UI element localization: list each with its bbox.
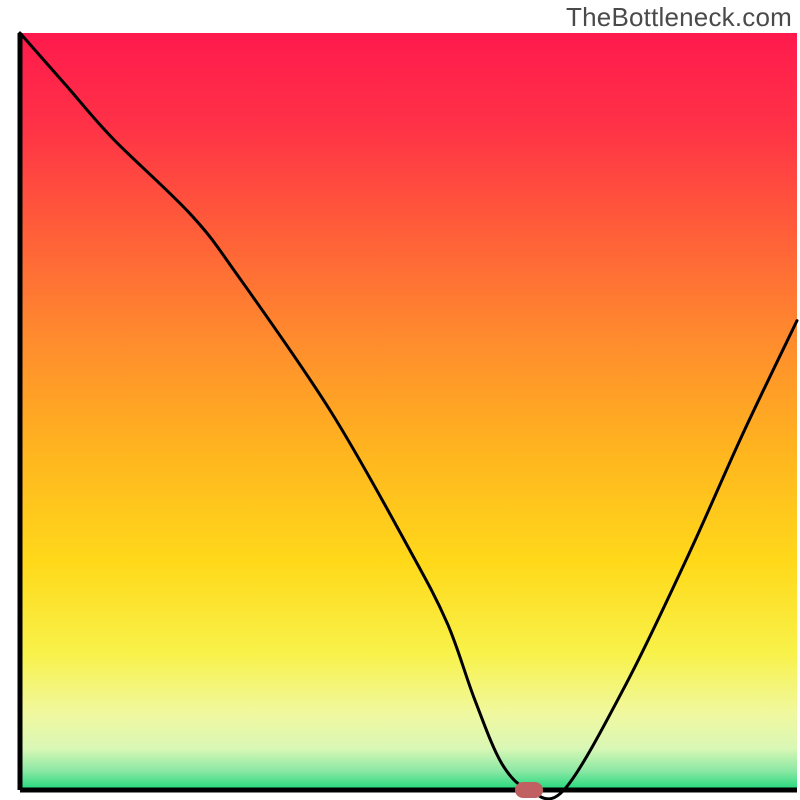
watermark-text: TheBottleneck.com xyxy=(566,2,792,33)
gradient-background xyxy=(20,33,797,790)
chart-stage: TheBottleneck.com xyxy=(0,0,800,800)
optimal-point-marker xyxy=(515,782,543,798)
chart-svg xyxy=(0,0,800,800)
